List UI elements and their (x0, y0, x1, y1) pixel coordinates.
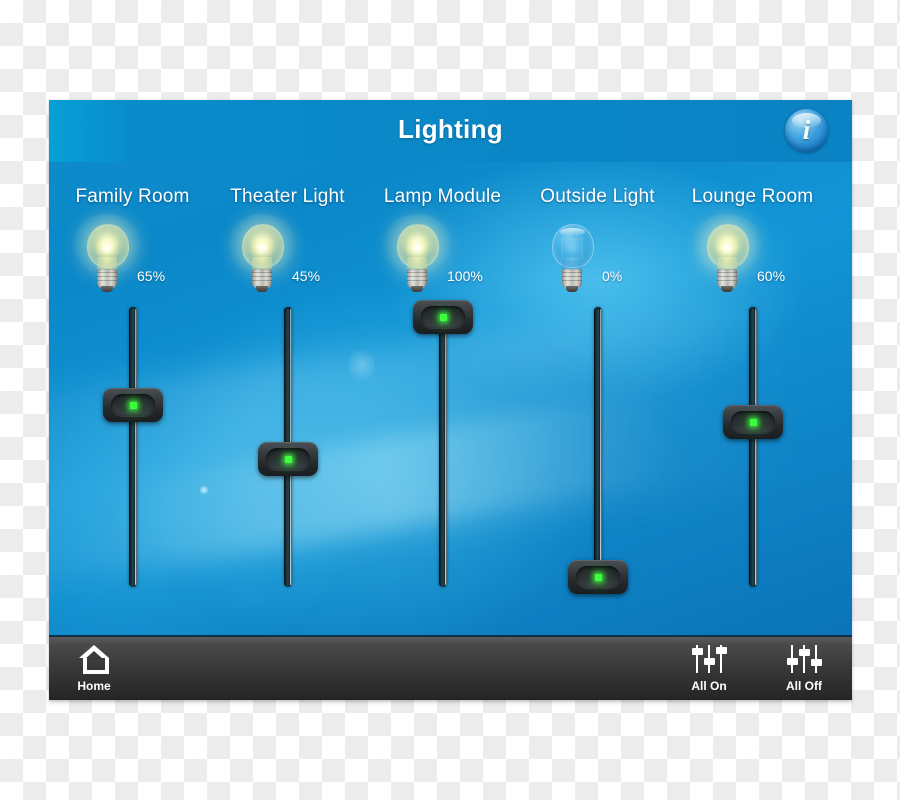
handle-led-icon (129, 402, 137, 409)
house-icon (57, 645, 131, 675)
brightness-percent: 100% (447, 268, 483, 284)
toolbar-item-label: All Off (786, 679, 822, 693)
channel-label: Lounge Room (691, 186, 814, 207)
brightness-slider-family-room[interactable] (102, 307, 163, 587)
toolbar-item-all-on[interactable]: All On (672, 642, 746, 695)
channel-lamp-module: Lamp Module 100% (365, 186, 520, 587)
bulb-tip (411, 286, 423, 292)
handle-led-icon (439, 314, 447, 321)
bulb-row: 60% (675, 214, 830, 296)
slider-handle[interactable] (257, 442, 318, 476)
brightness-slider-lamp-module[interactable] (412, 300, 473, 587)
handle-led-icon (284, 456, 292, 463)
handle-led-icon (594, 574, 602, 581)
bulb-icon[interactable] (691, 214, 763, 294)
bulb-icon[interactable] (381, 214, 453, 294)
brightness-percent: 0% (602, 268, 623, 284)
brightness-percent: 60% (757, 268, 786, 284)
bulb-row: 45% (210, 214, 365, 296)
slider-track[interactable] (128, 307, 137, 587)
slider-track[interactable] (748, 307, 757, 587)
bulb-row: 65% (55, 214, 210, 296)
faders-up-icon (672, 645, 746, 675)
lighting-app-panel: Lighting i Family Room 65% Theater Light… (49, 100, 852, 700)
slider-handle[interactable] (567, 560, 628, 594)
brightness-percent: 65% (137, 268, 166, 284)
bulb-tip (721, 286, 733, 292)
toolbar-item-label: Home (77, 679, 111, 693)
background-sparkle (349, 345, 375, 385)
page-title: Lighting (398, 114, 503, 144)
info-icon[interactable]: i (785, 109, 828, 152)
channel-lounge-room: Lounge Room 60% (675, 186, 830, 587)
bulb-icon[interactable] (71, 214, 143, 294)
slider-track[interactable] (438, 307, 447, 587)
bulb-row: 0% (520, 224, 675, 296)
channel-theater-light: Theater Light 45% (210, 186, 365, 587)
channel-label: Outside Light (540, 186, 655, 207)
toolbar-item-all-off[interactable]: All Off (767, 642, 841, 695)
toolbar-item-home[interactable]: Home (57, 642, 131, 695)
channel-family-room: Family Room 65% (55, 186, 210, 587)
brightness-slider-lounge-room[interactable] (722, 307, 783, 587)
channel-label: Theater Light (230, 186, 345, 207)
bulb-icon[interactable] (546, 224, 598, 294)
bulb-icon[interactable] (226, 214, 298, 294)
bulb-row: 100% (365, 214, 520, 296)
brightness-slider-theater-light[interactable] (257, 307, 318, 587)
brightness-percent: 45% (292, 268, 321, 284)
slider-handle[interactable] (722, 405, 783, 439)
slider-handle[interactable] (412, 300, 473, 334)
faders-down-icon (767, 645, 841, 675)
panel-drop-shadow (49, 700, 852, 703)
bulb-tip (566, 286, 578, 292)
channel-label: Lamp Module (383, 186, 502, 207)
channel-outside-light: Outside Light 0% (520, 186, 675, 594)
bulb-tip (101, 286, 113, 292)
bottom-toolbar: Home All On All Off (49, 635, 852, 700)
slider-track[interactable] (593, 307, 602, 587)
info-glyph: i (802, 115, 811, 145)
bulb-tip (256, 286, 268, 292)
channel-label: Family Room (75, 186, 190, 207)
slider-handle[interactable] (102, 388, 163, 422)
background-sparkle (199, 485, 209, 495)
brightness-slider-outside-light[interactable] (567, 307, 628, 594)
app-header: Lighting i (49, 100, 852, 162)
toolbar-item-label: All On (691, 679, 727, 693)
handle-led-icon (749, 419, 757, 426)
